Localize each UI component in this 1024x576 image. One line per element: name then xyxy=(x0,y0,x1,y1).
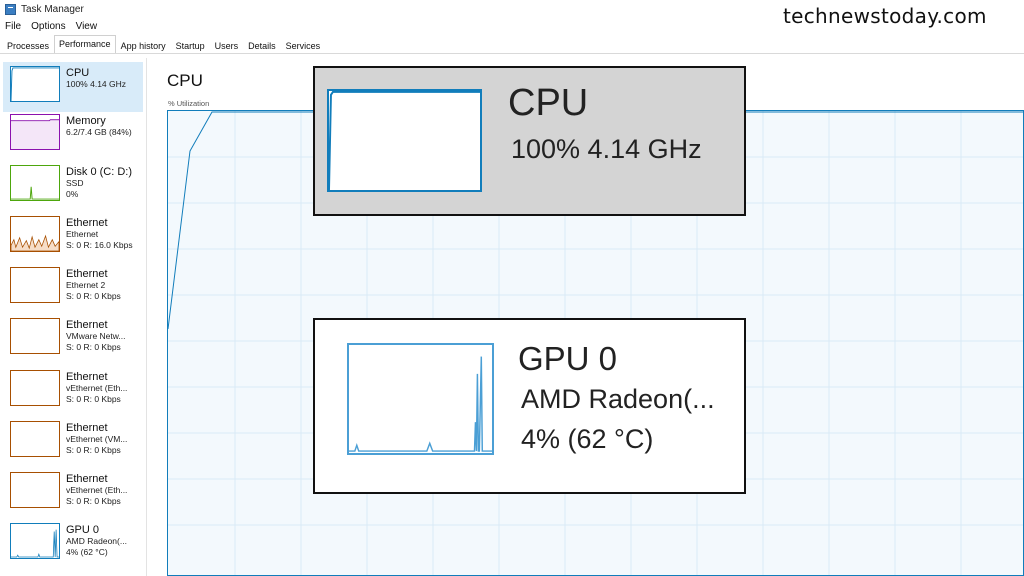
gpu-zoom-callout: GPU 0 AMD Radeon(... 4% (62 °C) xyxy=(313,318,746,494)
sidebar-item-ethernet-3[interactable]: Ethernet VMware Netw... S: 0 R: 0 Kbps xyxy=(3,314,143,364)
sidebar-item-title: Ethernet xyxy=(66,319,108,331)
tab-services[interactable]: Services xyxy=(281,37,326,53)
sidebar-item-ethernet-4[interactable]: Ethernet vEthernet (Eth... S: 0 R: 0 Kbp… xyxy=(3,366,143,416)
ethernet-mini-graph xyxy=(10,472,60,508)
watermark: technewstoday.com xyxy=(783,4,987,28)
cpu-zoom-graph xyxy=(327,89,482,192)
sidebar-item-detail: S: 0 R: 16.0 Kbps xyxy=(66,240,133,250)
sidebar-item-ethernet-1[interactable]: Ethernet Ethernet S: 0 R: 16.0 Kbps xyxy=(3,212,143,262)
sidebar-item-title: Ethernet xyxy=(66,217,108,229)
sidebar-item-title: Ethernet xyxy=(66,473,108,485)
menu-view[interactable]: View xyxy=(71,21,103,32)
sidebar-item-detail: AMD Radeon(... xyxy=(66,536,127,546)
tab-startup[interactable]: Startup xyxy=(171,37,210,53)
sidebar-item-detail: SSD xyxy=(66,178,84,188)
sidebar-item-detail: VMware Netw... xyxy=(66,331,126,341)
sidebar-item-detail: 6.2/7.4 GB (84%) xyxy=(66,127,132,137)
sidebar-item-ethernet-5[interactable]: Ethernet vEthernet (VM... S: 0 R: 0 Kbps xyxy=(3,417,143,467)
ethernet-mini-graph xyxy=(10,370,60,406)
cpu-zoom-title: CPU xyxy=(508,82,589,124)
gpu-zoom-title: GPU 0 xyxy=(518,340,618,377)
sidebar-item-gpu[interactable]: GPU 0 AMD Radeon(... 4% (62 °C) xyxy=(3,519,143,569)
tab-details[interactable]: Details xyxy=(243,37,281,53)
sidebar-item-detail: 100% 4.14 GHz xyxy=(66,79,127,89)
sidebar-item-title: Ethernet xyxy=(66,268,108,280)
gpu-mini-graph xyxy=(10,523,60,559)
sidebar-item-detail: vEthernet (VM... xyxy=(66,434,128,444)
tab-performance[interactable]: Performance xyxy=(54,35,116,53)
sidebar-item-detail: S: 0 R: 0 Kbps xyxy=(66,394,121,404)
tab-processes[interactable]: Processes xyxy=(2,37,54,53)
ethernet-mini-graph xyxy=(10,421,60,457)
sidebar-item-detail: vEthernet (Eth... xyxy=(66,485,128,495)
ethernet-mini-graph xyxy=(10,216,60,252)
sidebar-item-title: GPU 0 xyxy=(66,524,100,536)
sidebar-item-detail: S: 0 R: 0 Kbps xyxy=(66,291,121,301)
sidebar-item-detail: S: 0 R: 0 Kbps xyxy=(66,496,121,506)
cpu-mini-graph xyxy=(10,66,60,102)
page-title: CPU xyxy=(167,71,203,90)
menu-file[interactable]: File xyxy=(0,21,26,32)
sidebar-item-detail: S: 0 R: 0 Kbps xyxy=(66,445,121,455)
tab-app-history[interactable]: App history xyxy=(116,37,171,53)
gpu-zoom-model: AMD Radeon(... xyxy=(521,384,715,414)
sidebar-item-title: Ethernet xyxy=(66,371,108,383)
menu-options[interactable]: Options xyxy=(26,21,70,32)
gpu-zoom-usage: 4% (62 °C) xyxy=(521,424,654,454)
sidebar-item-memory[interactable]: Memory 6.2/7.4 GB (84%) xyxy=(3,110,143,160)
tab-bar: Processes Performance App history Startu… xyxy=(0,35,1024,54)
disk-mini-graph xyxy=(10,165,60,201)
task-manager-icon xyxy=(5,3,16,15)
gpu-zoom-graph xyxy=(347,343,494,455)
sidebar-item-cpu[interactable]: CPU 100% 4.14 GHz xyxy=(3,62,143,112)
cpu-zoom-detail: 100% 4.14 GHz xyxy=(511,134,702,164)
sidebar-item-title: CPU xyxy=(66,67,90,79)
sidebar-item-title: Memory xyxy=(66,115,106,127)
sidebar-item-detail: vEthernet (Eth... xyxy=(66,383,128,393)
performance-sidebar: CPU 100% 4.14 GHz Memory 6.2/7.4 GB (84%… xyxy=(0,58,147,576)
sidebar-item-title: Ethernet xyxy=(66,422,108,434)
sidebar-item-disk[interactable]: Disk 0 (C: D:) SSD 0% xyxy=(3,161,143,211)
cpu-zoom-callout: CPU 100% 4.14 GHz xyxy=(313,66,746,216)
sidebar-item-detail: Ethernet 2 xyxy=(66,280,106,290)
sidebar-item-title: Disk 0 (C: D:) xyxy=(66,166,132,178)
menu-bar: File Options View xyxy=(0,18,102,34)
sidebar-item-detail: 4% (62 °C) xyxy=(66,547,108,557)
ethernet-mini-graph xyxy=(10,267,60,303)
tab-users[interactable]: Users xyxy=(210,37,244,53)
sidebar-item-detail: Ethernet xyxy=(66,229,99,239)
memory-mini-graph xyxy=(10,114,60,150)
ethernet-mini-graph xyxy=(10,318,60,354)
sidebar-item-ethernet-6[interactable]: Ethernet vEthernet (Eth... S: 0 R: 0 Kbp… xyxy=(3,468,143,518)
utilization-axis-label: % Utilization xyxy=(168,99,210,108)
sidebar-item-detail: 0% xyxy=(66,189,79,199)
sidebar-item-detail: S: 0 R: 0 Kbps xyxy=(66,342,121,352)
window-title: Task Manager xyxy=(21,3,84,15)
sidebar-item-ethernet-2[interactable]: Ethernet Ethernet 2 S: 0 R: 0 Kbps xyxy=(3,263,143,313)
